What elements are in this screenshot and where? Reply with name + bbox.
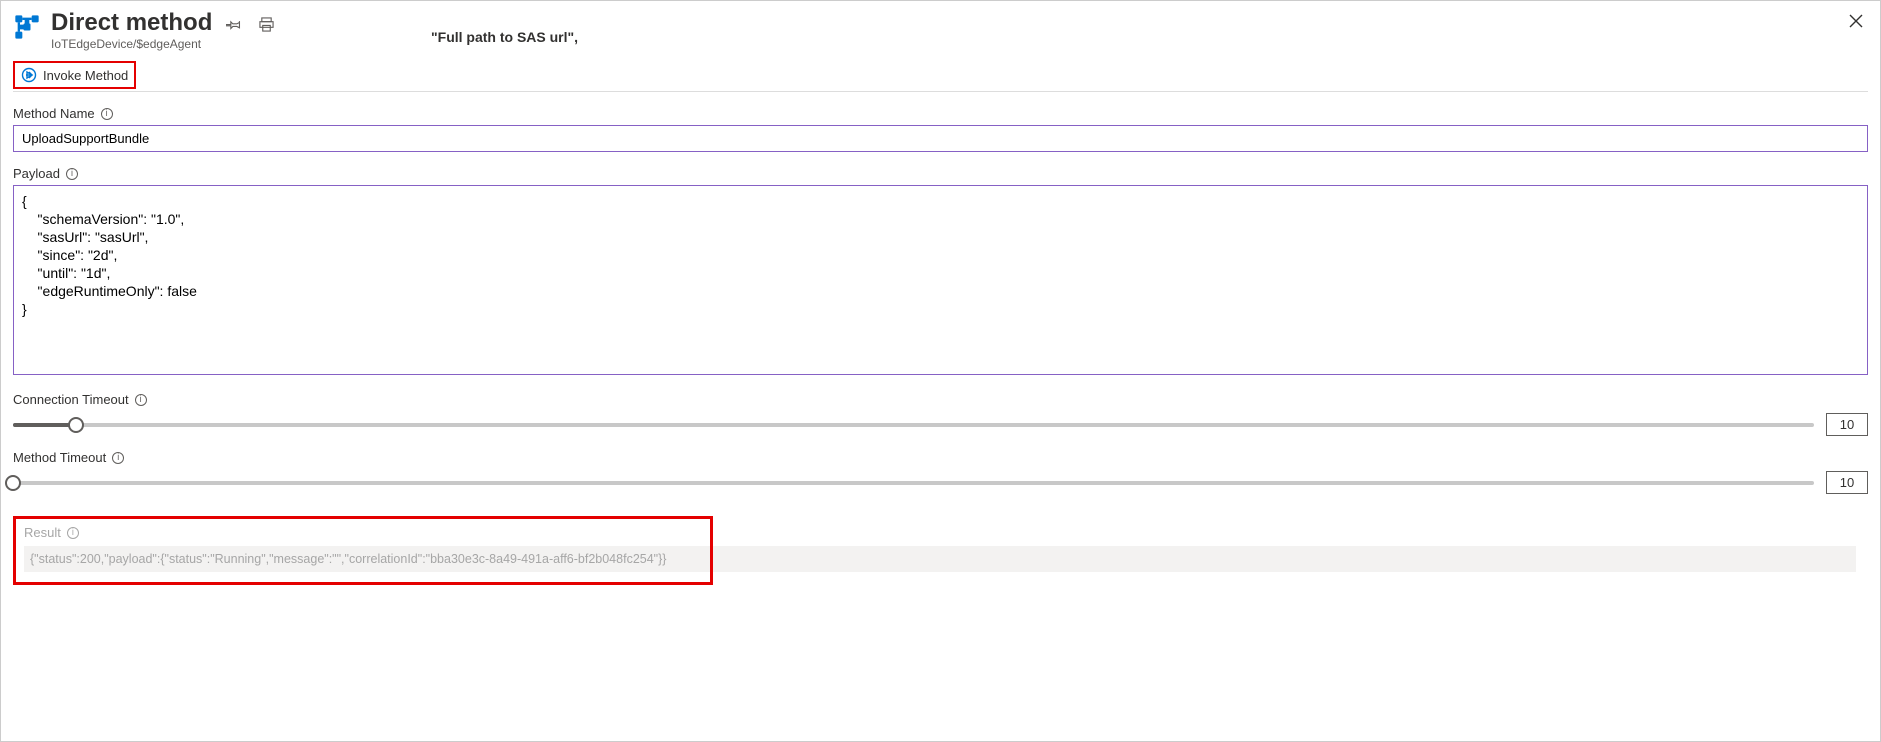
breadcrumb: IoTEdgeDevice/$edgeAgent (51, 37, 212, 51)
result-label: Result i (24, 525, 702, 540)
method-name-label: Method Name i (13, 106, 1868, 121)
print-icon[interactable] (259, 17, 274, 32)
page-title: Direct method (51, 9, 212, 37)
info-icon[interactable]: i (66, 168, 78, 180)
pin-icon[interactable] (226, 17, 241, 32)
path-hint-text: "Full path to SAS url", (431, 29, 578, 45)
info-icon[interactable]: i (67, 527, 79, 539)
connection-timeout-value[interactable]: 10 (1826, 413, 1868, 436)
info-icon[interactable]: i (135, 394, 147, 406)
connection-timeout-label: Connection Timeout i (13, 392, 1868, 407)
divider (13, 91, 1868, 92)
invoke-method-button[interactable]: Invoke Method (13, 61, 136, 89)
close-button[interactable] (1848, 13, 1864, 32)
payload-textarea[interactable] (13, 185, 1868, 375)
info-icon[interactable]: i (101, 108, 113, 120)
header: Direct method IoTEdgeDevice/$edgeAgent "… (13, 9, 1868, 51)
method-timeout-label: Method Timeout i (13, 450, 1868, 465)
result-output: {"status":200,"payload":{"status":"Runni… (24, 546, 702, 572)
method-timeout-slider[interactable] (13, 481, 1814, 485)
result-section: Result i {"status":200,"payload":{"statu… (13, 516, 713, 585)
invoke-icon (21, 67, 37, 83)
payload-label: Payload i (13, 166, 1868, 181)
method-timeout-value[interactable]: 10 (1826, 471, 1868, 494)
info-icon[interactable]: i (112, 452, 124, 464)
connection-timeout-slider[interactable] (13, 423, 1814, 427)
method-name-input[interactable] (13, 125, 1868, 152)
invoke-method-label: Invoke Method (43, 68, 128, 83)
direct-method-icon (13, 13, 41, 41)
